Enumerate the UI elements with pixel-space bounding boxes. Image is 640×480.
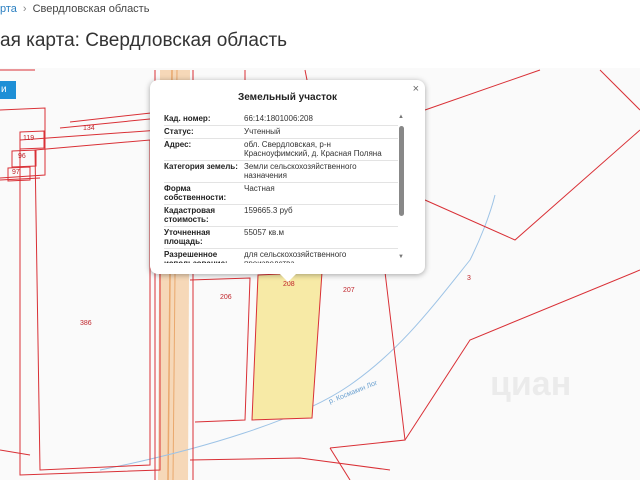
plot-number: 97 [12,169,20,176]
detail-row: Форма собственности: Частная [164,183,398,205]
scrollbar-thumb[interactable] [399,126,404,216]
breadcrumb-link[interactable]: рта [0,3,17,15]
detail-value: Частная [244,184,275,193]
breadcrumb-separator: › [22,3,27,15]
detail-label: Категория земель: [164,162,238,171]
detail-label: Разрешенное использование: [164,250,228,263]
detail-label: Уточненная площадь: [164,228,211,246]
detail-value: для сельскохозяйственного производства [244,250,347,263]
detail-row: Кадастровая стоимость: 159665.3 руб [164,205,398,227]
detail-value: 66:14:1801006:208 [244,114,313,123]
popup-details: Кад. номер: 66:14:1801006:208 Статус: Учте… [164,113,398,263]
detail-value: обл. Свердловская, р-н Красноуфимский, д… [244,140,382,158]
detail-value: Учтенный [244,127,281,136]
land-plot-popup: Земельный участок × Кад. номер: 66:14:180… [150,80,425,282]
detail-value: 159665.3 руб [244,206,293,215]
detail-label: Кад. номер: [164,114,211,123]
plot-number: 208 [283,281,295,288]
breadcrumb-current: Свердловская область [32,3,150,15]
detail-row: Уточненная площадь: 55057 кв.м [164,227,398,249]
close-icon[interactable]: × [413,83,419,95]
plot-number: 134 [83,125,95,132]
detail-row: Разрешенное использование: для сельскохоз… [164,249,398,263]
map-control-button[interactable]: и [0,81,16,99]
detail-row: Категория земель: Земли сельскохозяйствен… [164,161,398,183]
detail-label: Форма собственности: [164,184,227,202]
popup-title: Земельный участок [237,92,338,103]
detail-row: Адрес: обл. Свердловская, р-н Красноуфимс… [164,139,398,161]
detail-value: Земли сельскохозяйственного назначения [244,162,357,180]
watermark: циан [490,365,572,403]
detail-label: Адрес: [164,140,192,149]
selected-plot[interactable] [251,271,323,421]
plot-number: 3 [467,275,471,282]
detail-row: Кад. номер: 66:14:1801006:208 [164,113,398,126]
plot-number: 386 [80,320,92,327]
plot-number: 119 [23,135,35,142]
plot-number: 206 [220,294,232,301]
scroll-up-icon[interactable]: ▲ [398,114,404,120]
detail-label: Кадастровая стоимость: [164,206,216,224]
plot-number: 96 [18,153,26,160]
detail-label: Статус: [164,127,194,136]
detail-value: 55057 кв.м [244,228,284,237]
plot-number: 207 [343,287,355,294]
detail-row: Статус: Учтенный [164,126,398,139]
breadcrumb: рта › Свердловская область [0,3,149,15]
scroll-down-icon[interactable]: ▼ [398,254,404,260]
page-title: ая карта: Свердловская область [0,30,288,51]
